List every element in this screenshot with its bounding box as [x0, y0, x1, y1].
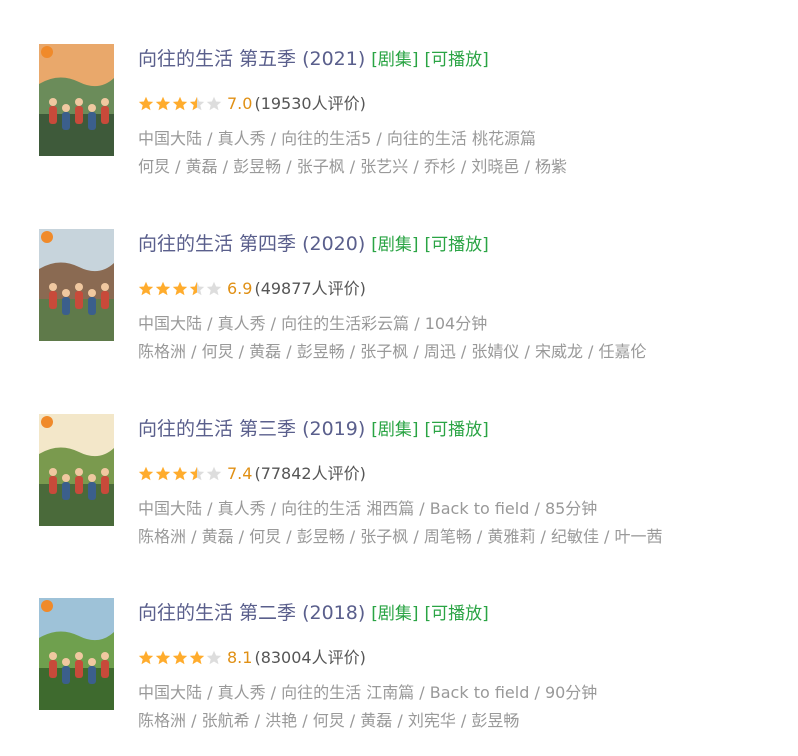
- result-item: 向往的生活 第四季 (2020) [剧集] [可播放] 6.9 (49877人评价)…: [0, 229, 798, 379]
- rating-score: 7.4: [227, 464, 253, 483]
- meta-info: 中国大陆 / 真人秀 / 向往的生活5 / 向往的生活 桃花源篇: [138, 129, 536, 148]
- tag-series[interactable]: [剧集]: [371, 604, 418, 624]
- star-full-icon: [172, 281, 188, 296]
- poster-art: [39, 414, 114, 526]
- star-empty-icon: [206, 96, 222, 111]
- poster-image[interactable]: [39, 229, 114, 341]
- star-full-icon: [155, 466, 171, 481]
- rating-stars: [138, 466, 222, 482]
- star-full-icon: [172, 466, 188, 481]
- rating-count: (83004人评价): [254, 648, 366, 667]
- cast-list: 陈格洲 / 黄磊 / 何炅 / 彭昱畅 / 张子枫 / 周笔畅 / 黄雅莉 / …: [138, 527, 663, 546]
- star-full-icon: [155, 96, 171, 111]
- star-full-icon: [189, 650, 205, 665]
- star-empty-icon: [206, 466, 222, 481]
- cast-list: 陈格洲 / 张航希 / 洪艳 / 何炅 / 黄磊 / 刘宪华 / 彭昱畅: [138, 711, 520, 730]
- rating-stars: [138, 281, 222, 297]
- star-full-icon: [138, 281, 154, 296]
- rating-score: 7.0: [227, 94, 253, 113]
- tag-series[interactable]: [剧集]: [371, 420, 418, 440]
- poster-image[interactable]: [39, 598, 114, 710]
- meta-info: 中国大陆 / 真人秀 / 向往的生活 湘西篇 / Back to field /…: [138, 499, 598, 518]
- poster-art: [39, 229, 114, 341]
- star-empty-icon: [206, 650, 222, 665]
- rating-count: (49877人评价): [254, 279, 366, 298]
- result-title-link[interactable]: 向往的生活 第五季 (2021): [138, 48, 365, 70]
- meta-info: 中国大陆 / 真人秀 / 向往的生活彩云篇 / 104分钟: [138, 314, 488, 333]
- result-title-link[interactable]: 向往的生活 第二季 (2018): [138, 602, 365, 624]
- rating-score: 6.9: [227, 279, 253, 298]
- rating-stars: [138, 96, 222, 112]
- rating-count: (77842人评价): [254, 464, 366, 483]
- star-full-icon: [138, 650, 154, 665]
- star-half-icon: [189, 96, 205, 111]
- result-item: 向往的生活 第五季 (2021) [剧集] [可播放] 7.0 (19530人评价)…: [0, 44, 798, 194]
- rating-row: 6.9 (49877人评价): [138, 278, 366, 300]
- rating-row: 8.1 (83004人评价): [138, 647, 366, 669]
- tag-playable[interactable]: [可播放]: [425, 235, 489, 255]
- star-full-icon: [172, 650, 188, 665]
- result-title-link[interactable]: 向往的生活 第三季 (2019): [138, 418, 365, 440]
- rating-stars: [138, 650, 222, 666]
- tag-series[interactable]: [剧集]: [371, 50, 418, 70]
- star-full-icon: [155, 650, 171, 665]
- rating-score: 8.1: [227, 648, 253, 667]
- poster-image[interactable]: [39, 44, 114, 156]
- star-half-icon: [189, 281, 205, 296]
- tag-playable[interactable]: [可播放]: [425, 420, 489, 440]
- poster-image[interactable]: [39, 414, 114, 526]
- meta-info: 中国大陆 / 真人秀 / 向往的生活 江南篇 / Back to field /…: [138, 683, 598, 702]
- star-full-icon: [138, 466, 154, 481]
- star-half-icon: [189, 466, 205, 481]
- rating-count: (19530人评价): [254, 94, 366, 113]
- cast-list: 陈格洲 / 何炅 / 黄磊 / 彭昱畅 / 张子枫 / 周迅 / 张婧仪 / 宋…: [138, 342, 647, 361]
- star-full-icon: [172, 96, 188, 111]
- tag-series[interactable]: [剧集]: [371, 235, 418, 255]
- tag-playable[interactable]: [可播放]: [425, 604, 489, 624]
- tag-playable[interactable]: [可播放]: [425, 50, 489, 70]
- result-item: 向往的生活 第二季 (2018) [剧集] [可播放] 8.1 (83004人评价)…: [0, 598, 798, 748]
- star-empty-icon: [206, 281, 222, 296]
- poster-art: [39, 44, 114, 156]
- rating-row: 7.4 (77842人评价): [138, 463, 366, 485]
- star-full-icon: [155, 281, 171, 296]
- result-title-link[interactable]: 向往的生活 第四季 (2020): [138, 233, 365, 255]
- poster-art: [39, 598, 114, 710]
- result-item: 向往的生活 第三季 (2019) [剧集] [可播放] 7.4 (77842人评价)…: [0, 414, 798, 564]
- cast-list: 何炅 / 黄磊 / 彭昱畅 / 张子枫 / 张艺兴 / 乔杉 / 刘晓邑 / 杨…: [138, 157, 567, 176]
- star-full-icon: [138, 96, 154, 111]
- rating-row: 7.0 (19530人评价): [138, 93, 366, 115]
